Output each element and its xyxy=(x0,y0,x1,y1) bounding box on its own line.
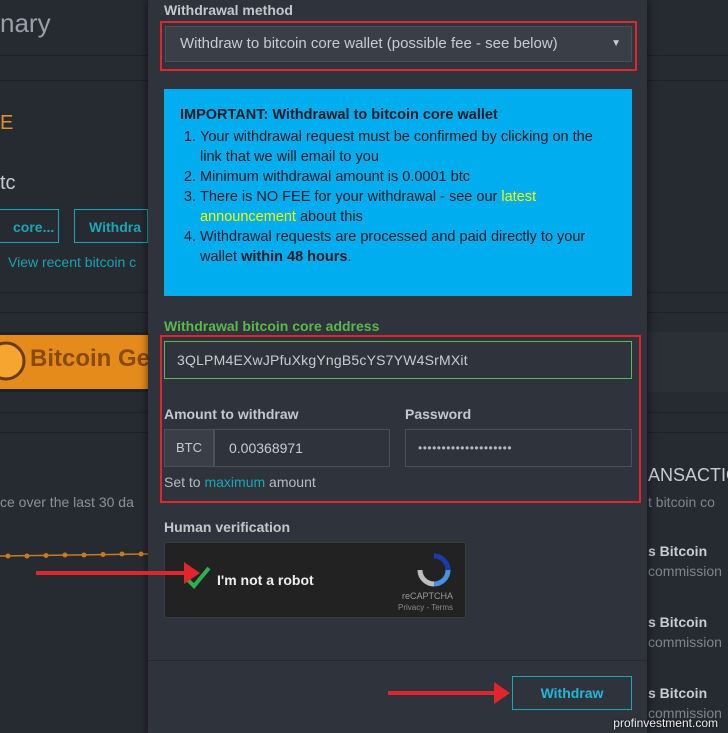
captcha-terms[interactable]: Privacy - Terms xyxy=(398,603,453,612)
amount-word: amount xyxy=(269,474,316,490)
info-text: . xyxy=(347,249,352,265)
red-arrow-icon xyxy=(388,682,510,704)
info-item: There is NO FEE for your withdrawal - se… xyxy=(200,187,616,227)
page-title: nary xyxy=(0,8,51,38)
watermark: profinvestment.com xyxy=(613,716,718,730)
captcha-brand: reCAPTCHA xyxy=(401,591,453,601)
address-label: Withdrawal bitcoin core address xyxy=(164,318,380,334)
transaction-item: s Bitcoin commission xyxy=(648,543,722,579)
maximum-link[interactable]: maximum xyxy=(204,474,265,490)
method-label: Withdrawal method xyxy=(164,2,293,18)
set-to-text: Set to xyxy=(164,474,201,490)
set-maximum-text: Set to maximum amount xyxy=(164,474,316,490)
banner-right xyxy=(648,332,728,392)
transaction-title: s Bitcoin xyxy=(648,685,708,701)
price-chart xyxy=(0,551,148,559)
withdraw-button[interactable]: Withdraw xyxy=(512,676,632,710)
address-input[interactable]: 3QLPM4EXwJPfuXkgYngB5cYS7YW4SrMXit xyxy=(164,341,632,379)
amount-label: Amount to withdraw xyxy=(164,406,299,422)
info-item: Withdrawal requests are processed and pa… xyxy=(200,227,616,267)
modal-footer-divider xyxy=(148,660,647,661)
amount-input[interactable]: 0.00368971 xyxy=(214,429,390,467)
transaction-sub: commission xyxy=(648,634,722,650)
info-item: Minimum withdrawal amount is 0.0001 btc xyxy=(200,167,616,187)
password-label: Password xyxy=(405,406,472,422)
transaction-item: s Bitcoin commission xyxy=(648,614,722,650)
red-arrow-icon xyxy=(36,562,200,584)
method-value: Withdraw to bitcoin core wallet (possibl… xyxy=(180,35,558,52)
withdraw-open-button[interactable]: Withdra xyxy=(74,209,148,243)
verification-label: Human verification xyxy=(164,519,291,535)
info-text: about this xyxy=(295,209,363,225)
info-bold: within 48 hours xyxy=(241,249,348,265)
bitcoin-coin-icon xyxy=(0,341,26,381)
bitcoin-core-button[interactable]: core... xyxy=(0,209,59,243)
info-heading: IMPORTANT: Withdrawal to bitcoin core wa… xyxy=(180,107,498,123)
transaction-sub: commission xyxy=(648,563,722,579)
recaptcha-widget[interactable]: I'm not a robot reCAPTCHA Privacy - Term… xyxy=(164,542,466,618)
banner-text: Bitcoin Ge xyxy=(30,345,148,372)
withdraw-modal: Withdrawal method Withdraw to bitcoin co… xyxy=(148,0,647,733)
withdrawal-method-select[interactable]: Withdraw to bitcoin core wallet (possibl… xyxy=(165,26,632,62)
info-item: Your withdrawal request must be confirme… xyxy=(200,127,616,167)
important-info-box: IMPORTANT: Withdrawal to bitcoin core wa… xyxy=(164,89,632,296)
transaction-title: s Bitcoin xyxy=(648,543,708,559)
recent-withdrawals-link[interactable]: View recent bitcoin c xyxy=(8,254,136,270)
promo-banner[interactable]: Bitcoin Ge xyxy=(0,332,148,392)
info-text: There is NO FEE for your withdrawal - se… xyxy=(200,189,502,205)
transactions-subtitle: t bitcoin co xyxy=(648,494,715,510)
captcha-text: I'm not a robot xyxy=(217,572,314,588)
balance-unit: tc xyxy=(0,172,16,194)
transactions-title: ANSACTIO xyxy=(648,465,728,485)
transaction-title: s Bitcoin xyxy=(648,614,708,630)
recaptcha-logo-icon xyxy=(417,553,451,587)
currency-prefix: BTC xyxy=(164,429,214,467)
price-chart-caption: ce over the last 30 da xyxy=(0,494,134,510)
password-input[interactable]: •••••••••••••••••••• xyxy=(405,429,632,467)
chevron-down-icon: ▼ xyxy=(611,38,621,49)
accent-label: E xyxy=(0,112,14,134)
info-list: Your withdrawal request must be confirme… xyxy=(180,127,616,267)
